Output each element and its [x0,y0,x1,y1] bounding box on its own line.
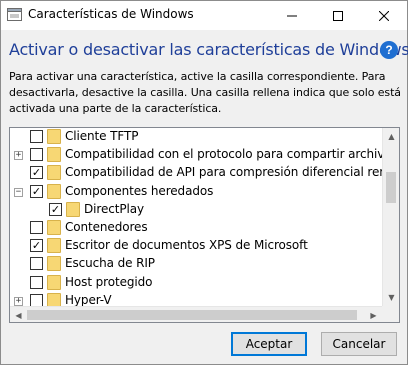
features-window: Características de Windows Activar o des… [0,0,408,365]
feature-checkbox[interactable] [30,293,43,307]
expand-icon[interactable]: + [14,151,23,161]
window-title: Características de Windows [28,7,194,21]
maximize-icon [333,10,343,21]
close-icon [379,10,389,21]
checkmark-icon: ✓ [31,184,42,198]
folder-icon [47,256,61,272]
feature-row[interactable]: − ✓ Componentes heredados [10,183,382,201]
folder-icon [47,147,61,163]
folder-icon [66,201,80,217]
scroll-left-icon[interactable]: ◀ [10,307,27,322]
feature-label: Host protegido [65,274,153,289]
feature-label: Cliente TFTP [65,129,139,143]
folder-icon [47,238,61,254]
feature-checkbox[interactable]: ✓ [49,202,62,216]
vertical-scrollbar[interactable]: ▲ ▼ [382,128,399,306]
minimize-button[interactable] [269,1,315,30]
folder-icon [47,220,61,235]
feature-label: Escritor de documentos XPS de Microsoft [65,238,308,253]
feature-checkbox[interactable] [30,275,43,289]
feature-label: DirectPlay [84,201,144,216]
feature-row[interactable]: Contenedores [10,219,382,237]
feature-row[interactable]: ✓ Compatibilidad de API para compresión d… [10,164,399,182]
checkmark-icon: ✓ [31,166,42,180]
feature-checkbox[interactable] [30,130,43,143]
feature-label: Componentes heredados [65,183,214,198]
scroll-up-icon[interactable]: ▲ [383,128,399,145]
feature-label: Compatibilidad de API para compresión di… [65,165,400,180]
close-button[interactable] [361,1,407,30]
feature-row[interactable]: + Compatibilidad con el protocolo para co… [10,146,399,164]
feature-row[interactable]: ✓ Escritor de documentos XPS de Microsoft [10,237,382,255]
feature-checkbox[interactable]: ✓ [30,239,43,253]
checkmark-icon: ✓ [50,202,61,216]
feature-checkbox[interactable]: ✓ [30,184,43,198]
feature-label: Escucha de RIP [65,256,155,271]
maximize-button[interactable] [315,1,361,30]
folder-icon [47,165,61,181]
title-bar[interactable]: Características de Windows [1,1,407,30]
dialog-heading: Activar o desactivar las características… [9,40,408,59]
feature-checkbox[interactable] [30,257,43,271]
minimize-icon [287,15,297,16]
accept-button[interactable]: Aceptar [231,332,307,356]
checkmark-icon: ✓ [31,239,42,253]
folder-icon [47,183,61,199]
feature-checkbox[interactable] [30,221,43,234]
feature-row[interactable]: Escucha de RIP [10,255,382,273]
window-features-icon [7,8,22,21]
feature-label: Compatibilidad con el protocolo para com… [65,147,399,162]
feature-label: Hyper-V [65,292,112,307]
expand-icon[interactable]: + [14,296,23,306]
horizontal-scrollbar[interactable]: ◀ ▶ [10,306,382,322]
folder-icon [47,129,61,144]
instructions-text: Para activar una característica, active … [9,70,401,115]
scroll-corner [382,306,399,322]
scroll-down-icon[interactable]: ▼ [383,289,399,306]
feature-label: Contenedores [65,220,148,234]
folder-icon [47,274,61,290]
cancel-button[interactable]: Cancelar [321,332,397,356]
help-icon[interactable]: ? [380,41,398,59]
feature-checkbox[interactable] [30,148,43,162]
feature-row[interactable]: ✓ DirectPlay [10,201,382,219]
scroll-right-icon[interactable]: ▶ [365,307,382,322]
collapse-icon[interactable]: − [14,187,23,197]
features-tree[interactable]: Cliente TFTP + Compatibilidad con el proto… [9,127,400,323]
vertical-scroll-thumb[interactable] [386,172,396,203]
feature-row[interactable]: Cliente TFTP [10,128,382,146]
feature-checkbox[interactable]: ✓ [30,166,43,180]
feature-row[interactable]: Host protegido [10,274,382,292]
horizontal-scroll-thumb[interactable] [27,310,357,320]
